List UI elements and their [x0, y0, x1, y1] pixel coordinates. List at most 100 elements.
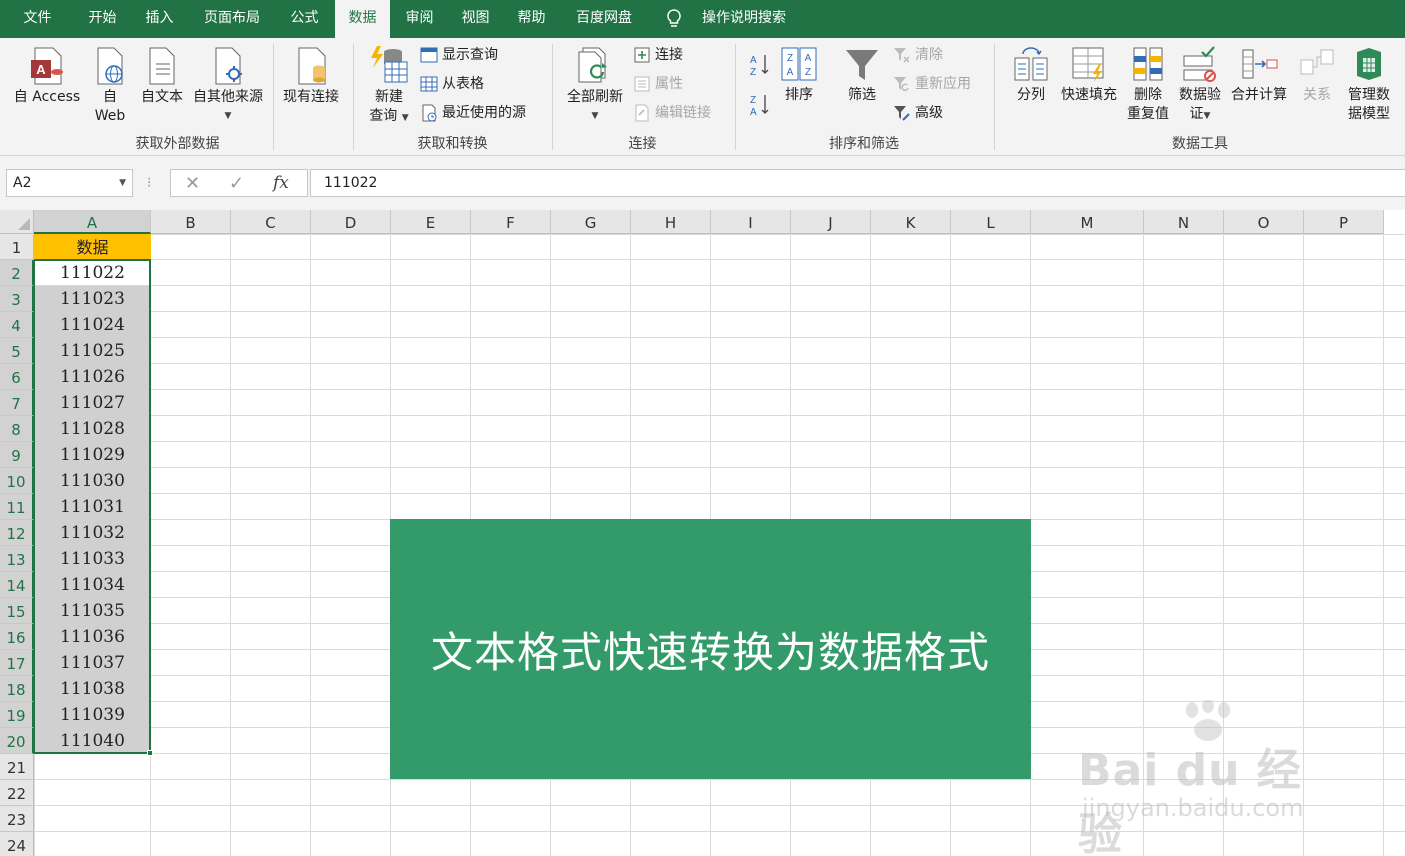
column-header-b[interactable]: B — [151, 210, 231, 234]
row-header-15[interactable]: 15 — [0, 598, 34, 624]
cell-a2[interactable]: 111022 — [34, 260, 151, 286]
row-header-7[interactable]: 7 — [0, 390, 34, 416]
cell-a4[interactable]: 111024 — [34, 312, 151, 338]
tell-me-search[interactable]: 操作说明搜索 — [690, 0, 798, 38]
data-validation-button[interactable]: 数据验 证▼ — [1175, 46, 1225, 126]
column-header-l[interactable]: L — [951, 210, 1031, 234]
cell-a12[interactable]: 111032 — [34, 520, 151, 546]
cell-a9[interactable]: 111029 — [34, 442, 151, 468]
cell-a14[interactable]: 111034 — [34, 572, 151, 598]
from-web-button[interactable]: 自 Web — [90, 46, 130, 126]
column-header-e[interactable]: E — [391, 210, 471, 234]
sort-descending-button[interactable]: Z A — [746, 92, 774, 120]
tab-formulas[interactable]: 公式 — [277, 0, 332, 38]
row-header-20[interactable]: 20 — [0, 728, 34, 754]
cell-a1[interactable]: 数据 — [34, 234, 151, 260]
row-header-16[interactable]: 16 — [0, 624, 34, 650]
cell-a10[interactable]: 111030 — [34, 468, 151, 494]
insert-function-icon[interactable]: fx — [273, 173, 289, 193]
row-header-23[interactable]: 23 — [0, 806, 34, 832]
column-header-i[interactable]: I — [711, 210, 791, 234]
column-header-c[interactable]: C — [231, 210, 311, 234]
select-all-button[interactable] — [0, 210, 34, 234]
column-header-d[interactable]: D — [311, 210, 391, 234]
column-header-o[interactable]: O — [1224, 210, 1304, 234]
flash-fill-button[interactable]: 快速填充 — [1058, 46, 1120, 105]
sort-button[interactable]: Z A A Z 排序 — [778, 46, 820, 105]
cell-a3[interactable]: 111023 — [34, 286, 151, 312]
text-to-columns-button[interactable]: 分列 — [1008, 46, 1054, 105]
fill-handle[interactable] — [147, 750, 153, 756]
filter-button[interactable]: 筛选 — [840, 46, 884, 105]
show-queries-icon — [420, 47, 438, 63]
existing-connections-button[interactable]: 现有连接 — [279, 46, 343, 107]
from-access-button[interactable]: A 自 Access — [10, 46, 84, 107]
cell-a20[interactable]: 111040 — [34, 728, 151, 754]
sort-ascending-button[interactable]: A Z — [746, 52, 774, 80]
row-header-9[interactable]: 9 — [0, 442, 34, 468]
column-header-h[interactable]: H — [631, 210, 711, 234]
refresh-all-button[interactable]: 全部刷新 ▼ — [562, 44, 628, 126]
chevron-down-icon[interactable]: ▼ — [119, 170, 126, 196]
column-header-j[interactable]: J — [791, 210, 871, 234]
row-header-4[interactable]: 4 — [0, 312, 34, 338]
from-text-button[interactable]: 自文本 — [137, 46, 187, 107]
row-header-8[interactable]: 8 — [0, 416, 34, 442]
cell-a7[interactable]: 111027 — [34, 390, 151, 416]
new-query-button[interactable]: 新建 查询 ▼ — [364, 44, 414, 128]
column-header-m[interactable]: M — [1031, 210, 1144, 234]
cancel-icon[interactable]: ✕ — [185, 173, 200, 194]
cell-a8[interactable]: 111028 — [34, 416, 151, 442]
row-header-17[interactable]: 17 — [0, 650, 34, 676]
tab-home[interactable]: 开始 — [75, 0, 130, 38]
row-header-12[interactable]: 12 — [0, 520, 34, 546]
row-header-1[interactable]: 1 — [0, 234, 34, 260]
column-header-g[interactable]: G — [551, 210, 631, 234]
column-header-p[interactable]: P — [1304, 210, 1384, 234]
column-header-f[interactable]: F — [471, 210, 551, 234]
row-header-19[interactable]: 19 — [0, 702, 34, 728]
cell-a17[interactable]: 111037 — [34, 650, 151, 676]
row-header-10[interactable]: 10 — [0, 468, 34, 494]
grip-icon[interactable]: ⁝ — [147, 170, 151, 196]
cell-a6[interactable]: 111026 — [34, 364, 151, 390]
manage-data-model-button[interactable]: 管理数 据模型 — [1343, 46, 1395, 124]
enter-check-icon[interactable]: ✓ — [229, 173, 244, 194]
column-header-n[interactable]: N — [1144, 210, 1224, 234]
name-box[interactable]: A2 ▼ — [6, 169, 133, 197]
row-header-2[interactable]: 2 — [0, 260, 34, 286]
column-header-a[interactable]: A — [34, 210, 151, 234]
cell-a11[interactable]: 111031 — [34, 494, 151, 520]
relationships-button[interactable]: 关系 — [1293, 46, 1341, 105]
row-header-6[interactable]: 6 — [0, 364, 34, 390]
remove-duplicates-button[interactable]: 删除 重复值 — [1124, 46, 1172, 124]
row-header-22[interactable]: 22 — [0, 780, 34, 806]
row-header-13[interactable]: 13 — [0, 546, 34, 572]
formula-input[interactable]: 111022 — [310, 169, 1405, 197]
cell-a15[interactable]: 111035 — [34, 598, 151, 624]
cell-a5[interactable]: 111025 — [34, 338, 151, 364]
row-header-14[interactable]: 14 — [0, 572, 34, 598]
name-box-value: A2 — [13, 175, 32, 191]
column-header-k[interactable]: K — [871, 210, 951, 234]
tab-file[interactable]: 文件 — [10, 0, 65, 38]
cell-a18[interactable]: 111038 — [34, 676, 151, 702]
row-header-18[interactable]: 18 — [0, 676, 34, 702]
from-other-sources-button[interactable]: 自其他来源 ▼ — [188, 46, 268, 126]
row-header-3[interactable]: 3 — [0, 286, 34, 312]
tab-review[interactable]: 审阅 — [392, 0, 447, 38]
cell-a13[interactable]: 111033 — [34, 546, 151, 572]
tab-help[interactable]: 帮助 — [504, 0, 559, 38]
tab-view[interactable]: 视图 — [448, 0, 503, 38]
row-header-24[interactable]: 24 — [0, 832, 34, 856]
cell-a16[interactable]: 111036 — [34, 624, 151, 650]
consolidate-button[interactable]: 合并计算 — [1228, 46, 1290, 105]
tab-insert[interactable]: 插入 — [132, 0, 187, 38]
cell-a19[interactable]: 111039 — [34, 702, 151, 728]
row-header-5[interactable]: 5 — [0, 338, 34, 364]
tab-data[interactable]: 数据 — [335, 0, 390, 38]
tab-page-layout[interactable]: 页面布局 — [192, 0, 272, 38]
row-header-21[interactable]: 21 — [0, 754, 34, 780]
row-header-11[interactable]: 11 — [0, 494, 34, 520]
tab-baidu-netdisk[interactable]: 百度网盘 — [566, 0, 642, 38]
